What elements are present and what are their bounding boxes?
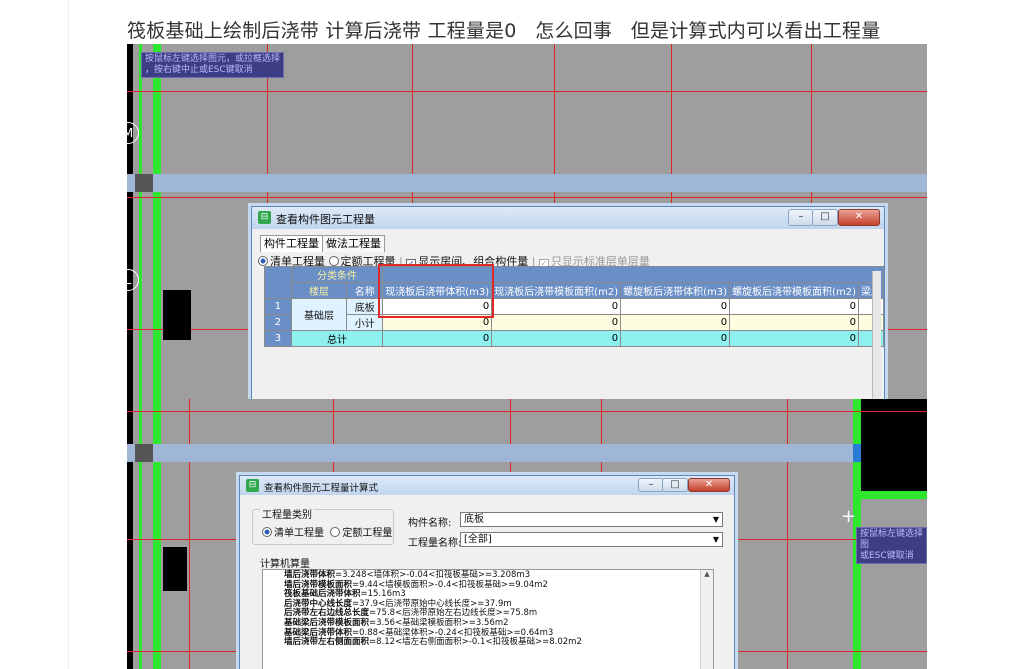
tab-method-quantity[interactable]: 做法工程量 — [322, 235, 385, 252]
grid-line-v — [189, 399, 190, 669]
minimize-button[interactable]: – — [638, 478, 664, 492]
quantity-name-label: 工程量名称: — [408, 538, 462, 549]
table-row[interactable]: 1 基础层 底板 0 0 0 0 — [264, 298, 885, 331]
corner-cell — [264, 266, 292, 299]
column-block — [163, 547, 187, 591]
component-quantity-dialog: ⊟ 查看构件图元工程量 – □ ✕ 构件工程量 做法工程量 清单工程量 定额工程… — [251, 206, 885, 399]
hint-line: 按鼠标左键选择图 — [860, 529, 924, 550]
group-label: 工程量类别 — [260, 506, 314, 521]
axis-bubble: M — [127, 122, 139, 144]
row-number: 1 — [264, 298, 292, 315]
wall-green-line — [139, 399, 142, 669]
column-marker — [135, 174, 153, 192]
maximize-button[interactable]: □ — [812, 209, 838, 226]
app-icon: ⊟ — [258, 211, 271, 224]
tab-component-quantity[interactable]: 构件工程量 — [260, 235, 323, 252]
value-cell: 0 — [729, 298, 859, 315]
radio-qingdan[interactable] — [262, 527, 272, 537]
crosshair-cursor: + — [841, 506, 857, 527]
maximize-button[interactable]: □ — [662, 478, 688, 492]
quantity-type-radios: 清单工程量 定额工程量 — [262, 524, 392, 539]
column-block — [861, 399, 927, 491]
value-cell: 0 — [620, 314, 731, 331]
cad-screenshot-top: M L 按鼠标左键选择图元，或拉框选择 ，按右键中止或ESC键取消 ⊟ 查看构件… — [127, 44, 927, 399]
column-header-floor: 楼层 — [290, 282, 348, 299]
page-left-rule — [68, 0, 69, 669]
component-name-select[interactable]: 底板 ▼ — [460, 512, 723, 527]
radio-dinge[interactable] — [330, 527, 341, 537]
quantity-name-select[interactable]: [全部] ▼ — [460, 532, 723, 547]
dialog-scrollbar[interactable] — [872, 271, 881, 399]
grid-line-h — [127, 91, 927, 92]
axis-bubble: L — [127, 269, 139, 291]
quantity-table: 分类条件 楼层 名称 现浇板后浇带体积(m3) 现浇板后浇带模板面积(m2) 螺… — [264, 266, 885, 347]
hint-line: ，按右键中止或ESC键取消 — [145, 65, 253, 75]
component-name-value: 底板 — [464, 514, 484, 525]
minimize-button[interactable]: – — [788, 209, 814, 226]
dialog-title: 查看构件图元工程量 — [276, 213, 375, 226]
app-icon: ⊟ — [246, 479, 259, 492]
table-row[interactable]: 3 总计 0 0 0 0 — [264, 330, 885, 347]
value-cell: 0 — [620, 330, 731, 347]
cad-left-black-strip — [127, 399, 133, 669]
formula-scrollbar[interactable]: ▲ — [700, 570, 713, 669]
row-number: 2 — [264, 314, 292, 331]
row-number: 3 — [264, 330, 292, 347]
wall-green-band — [861, 491, 927, 499]
cad-hint-tooltip: 按鼠标左键选择图元，或拉框选择 ，按右键中止或ESC键取消 — [141, 52, 285, 78]
dialog-title: 查看构件图元工程量计算式 — [264, 483, 379, 494]
close-button[interactable]: ✕ — [838, 209, 880, 226]
post-pour-strip — [127, 174, 927, 192]
computer-calc-label: 计算机算量 — [260, 559, 310, 570]
chevron-down-icon: ▼ — [712, 515, 719, 524]
column-block — [163, 290, 191, 340]
quantity-name-value: [全部] — [464, 534, 492, 545]
column-header: 螺旋板后浇带模板面积(m2) — [729, 282, 859, 299]
radio-dinge-label: 定额工程量 — [342, 528, 393, 539]
hint-line: 或ESC键取消 — [860, 551, 914, 561]
wall-green-band — [153, 399, 161, 669]
chevron-down-icon: ▼ — [712, 535, 719, 544]
cad-screenshot-bottom: + 按鼠标左键选择图 或ESC键取消 ⊟ 查看构件图元工程量计算式 – □ ✕ … — [127, 399, 927, 669]
chevron-up-icon[interactable]: ▲ — [704, 570, 709, 578]
value-cell: 0 — [729, 314, 859, 331]
radio-qingdan[interactable] — [258, 256, 268, 266]
value-cell: 0 — [491, 298, 622, 315]
formula-line: 墙后浇带左右侧面面积=8.12<墙左右侧面面积>-0.1<扣筏板基础>=8.02… — [284, 637, 582, 648]
dialog-titlebar[interactable]: ⊟ 查看构件图元工程量 – □ ✕ — [252, 207, 884, 229]
grid-line-v — [787, 399, 788, 669]
component-name-label: 构件名称: — [408, 518, 452, 529]
radio-qingdan-label: 清单工程量 — [274, 528, 324, 539]
radio-dinge[interactable] — [328, 256, 339, 266]
cad-left-black-strip — [127, 44, 133, 399]
group-header: 分类条件 — [290, 266, 384, 283]
dialog-titlebar[interactable]: ⊟ 查看构件图元工程量计算式 – □ ✕ — [240, 476, 734, 495]
column-header: 螺旋板后浇带体积(m3) — [620, 282, 731, 299]
post-pour-strip — [127, 444, 853, 462]
table-row[interactable]: 2 小计 0 0 0 0 — [264, 314, 885, 331]
grid-line-h — [127, 197, 927, 198]
highlight-box — [378, 264, 494, 318]
wall-green-line — [139, 44, 142, 399]
column-marker — [853, 444, 861, 462]
column-marker — [135, 444, 153, 462]
grid-line-h — [127, 411, 927, 412]
value-cell: 0 — [729, 330, 859, 347]
total-label: 总计 — [290, 330, 384, 347]
floor-cell: 基础层 — [290, 298, 348, 331]
column-header: 现浇板后浇带模板面积(m2) — [491, 282, 622, 299]
value-cell: 0 — [491, 330, 622, 347]
post-title: 筏板基础上绘制后浇带 计算后浇带 工程量是0 怎么回事 但是计算式内可以看出工程… — [127, 20, 881, 42]
formula-textbox[interactable]: 墙后浇带体积=3.248<墙体积>-0.04<扣筏板基础>=3.208m3 墙后… — [262, 569, 714, 669]
value-cell: 0 — [620, 298, 731, 315]
close-button[interactable]: ✕ — [688, 478, 730, 492]
value-cell: 0 — [491, 314, 622, 331]
cad-hint-tooltip: 按鼠标左键选择图 或ESC键取消 — [856, 527, 927, 564]
hint-line: 按鼠标左键选择图元，或拉框选择 — [145, 54, 281, 64]
wall-green-band — [153, 44, 161, 399]
quantity-formula-dialog: ⊟ 查看构件图元工程量计算式 – □ ✕ 工程量类别 清单工程量 定额工程量 构… — [239, 475, 735, 669]
value-cell: 0 — [382, 330, 493, 347]
